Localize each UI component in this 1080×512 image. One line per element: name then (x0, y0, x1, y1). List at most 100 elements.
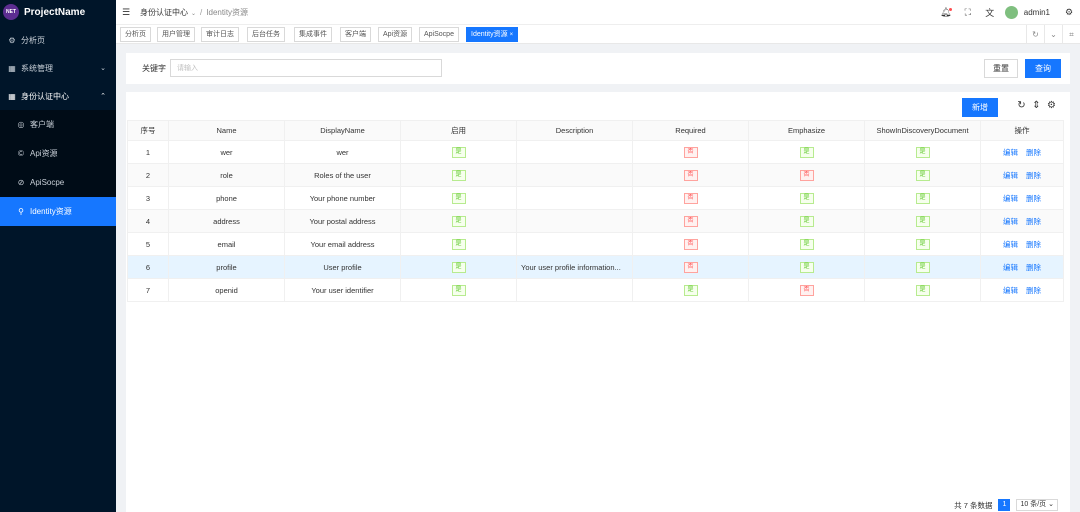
emphasize-cell: 是 (748, 140, 865, 164)
page-1-button[interactable]: 1 (998, 499, 1011, 511)
edit-link[interactable]: 编辑 (1003, 286, 1018, 295)
sidebar-item-system[interactable]: ▦ 系统管理 ⌄ (0, 54, 116, 82)
add-button[interactable]: 新增 (962, 98, 998, 117)
breadcrumb-root[interactable]: 身份认证中心 ⌄ (140, 7, 196, 18)
show-in-discovery-cell: 是 (864, 255, 981, 279)
breadcrumb-separator: / (200, 7, 203, 17)
username[interactable]: admin1 (1024, 8, 1050, 17)
table-row[interactable]: 5 email Your email address 是 否 是 是 编辑 删除 (127, 232, 1064, 256)
show-in-discovery-tag: 是 (915, 193, 930, 204)
displayname-cell: wer (284, 140, 401, 164)
tab-integration-events[interactable]: 集成事件 (294, 27, 332, 42)
table-row[interactable]: 2 role Roles of the user 是 否 否 是 编辑 删除 (127, 163, 1064, 187)
sidebar-item-dashboard[interactable]: ⚙ 分析页 (0, 26, 116, 54)
show-in-discovery-cell: 是 (864, 186, 981, 210)
scope-icon: ⊘ (17, 178, 25, 187)
reload-icon[interactable]: ↻ (1015, 100, 1028, 111)
show-in-discovery-cell: 是 (864, 232, 981, 256)
dashboard-icon: ⚙ (8, 35, 16, 45)
edit-link[interactable]: 编辑 (1003, 263, 1018, 272)
reset-button[interactable]: 重置 (984, 59, 1018, 78)
page-size-select[interactable]: 10 条/页 ⌄ (1016, 499, 1058, 511)
tab-label: 用户管理 (162, 31, 190, 38)
column-height-icon[interactable]: ⇕ (1030, 100, 1043, 111)
edit-link[interactable]: 编辑 (1003, 217, 1018, 226)
tab-api-resource[interactable]: Api资源 (378, 27, 413, 42)
avatar[interactable] (1004, 5, 1018, 19)
menu-fold-icon[interactable]: ☰ (122, 7, 132, 18)
delete-link[interactable]: 删除 (1026, 263, 1041, 272)
description-cell: Your user profile information... (516, 255, 633, 279)
chevron-down-icon: ⌄ (191, 10, 197, 17)
name-cell: profile (168, 255, 285, 279)
table-row[interactable]: 4 address Your postal address 是 否 是 是 编辑 删除 (127, 209, 1064, 233)
show-in-discovery-cell: 是 (864, 278, 981, 302)
sidebar-item-identity-resource[interactable]: ⚲ Identity资源 (0, 197, 116, 226)
index-cell: 1 (127, 140, 169, 164)
delete-link[interactable]: 删除 (1026, 194, 1041, 203)
table-row[interactable]: 1 wer wer 是否是是编辑 删除 (127, 140, 1064, 164)
dotnet-logo-icon: NET (3, 4, 19, 20)
chevron-up-icon: ⌃ (100, 93, 106, 100)
displayname-cell: Your phone number (284, 186, 401, 210)
tab-audit-log[interactable]: 审计日志 (201, 27, 239, 42)
show-in-discovery-tag: 是 (915, 147, 930, 158)
reload-icon[interactable]: ↻ (1026, 25, 1044, 44)
breadcrumb-current: Identity资源 (206, 7, 249, 17)
fullscreen-icon[interactable]: ⛶ (957, 7, 979, 18)
settings-icon[interactable]: ⚙ (1045, 100, 1058, 111)
tab-api-scope[interactable]: ApiSocpe (419, 27, 459, 42)
keyword-input[interactable] (170, 59, 442, 77)
settings-icon[interactable]: ⚙ (1058, 7, 1080, 18)
delete-link[interactable]: 删除 (1026, 217, 1041, 226)
close-icon[interactable]: × (510, 32, 514, 38)
sidebar-item-label: 系统管理 (21, 63, 53, 73)
pagination-total: 共 7 条数据 (954, 500, 993, 510)
table-row[interactable]: 3 phone Your phone number 是 否 是 是 编辑 删除 (127, 186, 1064, 210)
required-cell: 否 (632, 163, 749, 187)
emphasize-tag: 是 (799, 239, 814, 250)
bell-icon[interactable]: 🔔︎ (935, 7, 957, 18)
actions-cell: 编辑 删除 (980, 232, 1064, 256)
required-tag: 否 (683, 193, 698, 204)
name-cell: openid (168, 278, 285, 302)
column-header-name: Name (168, 120, 285, 141)
translate-icon[interactable]: 文 (979, 6, 1001, 19)
tab-users[interactable]: 用户管理 (157, 27, 195, 42)
api-icon: © (18, 149, 24, 158)
edit-link[interactable]: 编辑 (1003, 194, 1018, 203)
sidebar-item-api-scope[interactable]: ⊘ ApiSocpe (0, 168, 116, 197)
column-header-required: Required (632, 120, 749, 141)
enabled-tag: 是 (451, 285, 466, 296)
edit-link[interactable]: 编辑 (1003, 171, 1018, 180)
name-cell: role (168, 163, 285, 187)
emphasize-cell: 是 (748, 232, 865, 256)
chevron-down-icon[interactable]: ⌄ (1044, 25, 1062, 44)
sidebar-item-api-resource[interactable]: © Api资源 (0, 139, 116, 168)
tabs-bar: 分析页 用户管理 审计日志 后台任务 集成事件 客户端 Api资源 ApiSoc… (116, 24, 1080, 44)
query-button[interactable]: 查询 (1025, 59, 1061, 78)
tab-identity-resource[interactable]: Identity资源 × (466, 27, 519, 42)
tab-dashboard[interactable]: 分析页 (120, 27, 151, 42)
tab-client[interactable]: 客户端 (340, 27, 371, 42)
emphasize-tag: 否 (799, 285, 814, 296)
delete-link[interactable]: 删除 (1026, 240, 1041, 249)
delete-link[interactable]: 删除 (1026, 148, 1041, 157)
tab-background-jobs[interactable]: 后台任务 (247, 27, 285, 42)
table-row[interactable]: 7 openid Your user identifier 是 是 否 是 编辑 删除 (127, 278, 1064, 302)
actions-cell: 编辑 删除 (980, 278, 1064, 302)
delete-link[interactable]: 删除 (1026, 171, 1041, 180)
column-header-enabled: 启用 (400, 120, 517, 141)
edit-link[interactable]: 编辑 (1003, 240, 1018, 249)
logo[interactable]: NET ProjectName (0, 0, 116, 24)
enabled-cell: 是 (400, 163, 517, 187)
sidebar-item-client[interactable]: ◎ 客户端 (0, 110, 116, 139)
table-row[interactable]: 6 profile User profile 是 Your user profile i… (127, 255, 1064, 279)
required-tag: 否 (683, 216, 698, 227)
required-tag: 否 (683, 170, 698, 181)
sidebar-item-identity-center[interactable]: ▦ 身份认证中心 ⌃ (0, 82, 116, 110)
actions-cell: 编辑 删除 (980, 163, 1064, 187)
delete-link[interactable]: 删除 (1026, 286, 1041, 295)
expand-icon[interactable]: ⌗ (1062, 25, 1080, 44)
edit-link[interactable]: 编辑 (1003, 148, 1018, 157)
